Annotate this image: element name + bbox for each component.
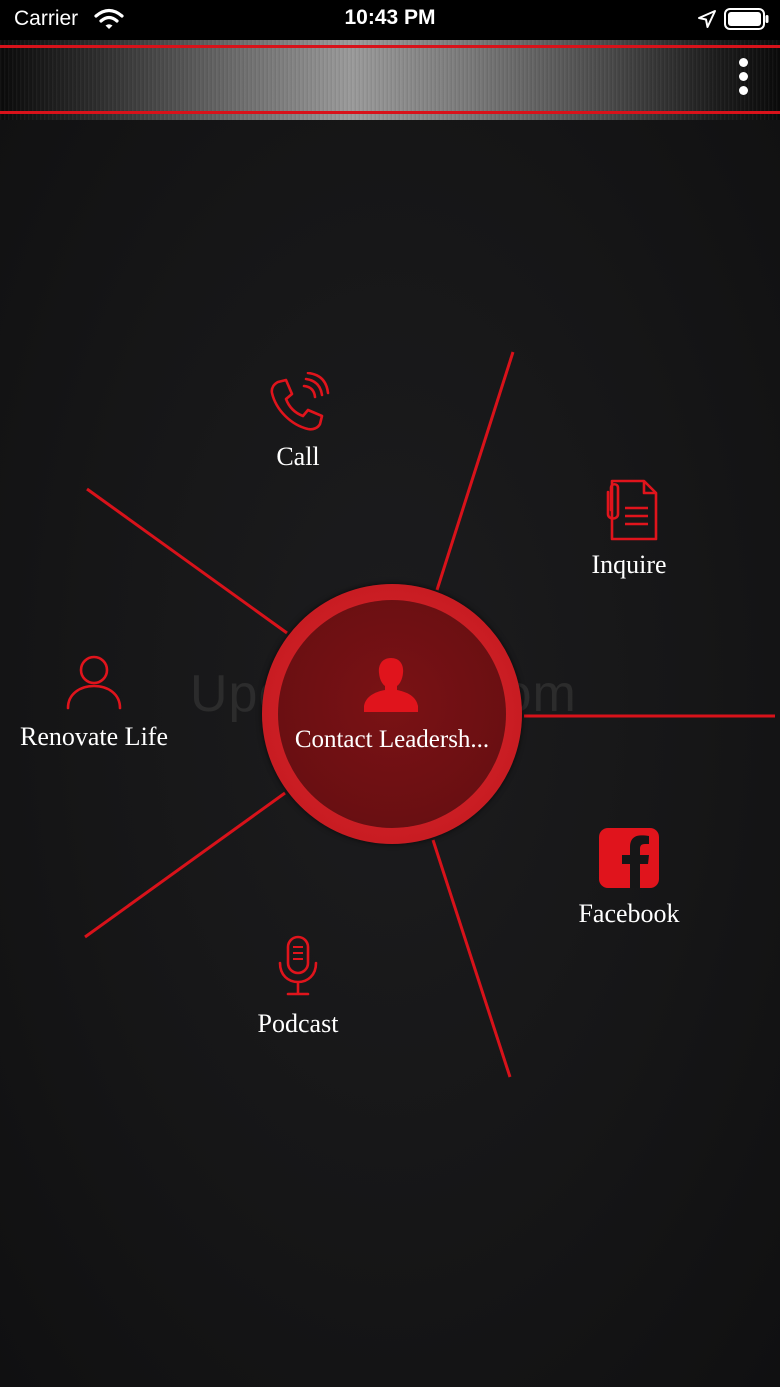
menu-item-label: Inquire — [591, 550, 667, 579]
menu-item-label: Call — [276, 442, 320, 471]
document-clip-icon — [606, 479, 658, 541]
center-label: Contact Leadersh... — [294, 726, 490, 753]
phone-ringing-icon — [270, 372, 330, 431]
menu-item-podcast[interactable]: Podcast — [238, 935, 358, 1039]
menu-item-label: Podcast — [257, 1009, 339, 1038]
microphone-icon — [278, 935, 318, 996]
menu-item-label: Renovate Life — [20, 722, 168, 751]
menu-item-renovate-life[interactable]: Renovate Life — [4, 654, 184, 752]
divider-line — [431, 839, 512, 1078]
menu-item-call[interactable]: Call — [238, 372, 358, 472]
menu-item-facebook[interactable]: Facebook — [558, 827, 700, 929]
divider-line — [86, 487, 288, 635]
menu-item-inquire[interactable]: Inquire — [569, 478, 689, 580]
menu-item-label: Facebook — [578, 899, 680, 928]
app-screen: Carrier 10:43 PM UpdateSt — [0, 0, 780, 1387]
person-silhouette-icon — [364, 658, 418, 712]
facebook-icon — [599, 828, 659, 888]
divider-line — [84, 791, 286, 939]
user-icon — [66, 655, 122, 710]
divider-line — [435, 351, 515, 591]
